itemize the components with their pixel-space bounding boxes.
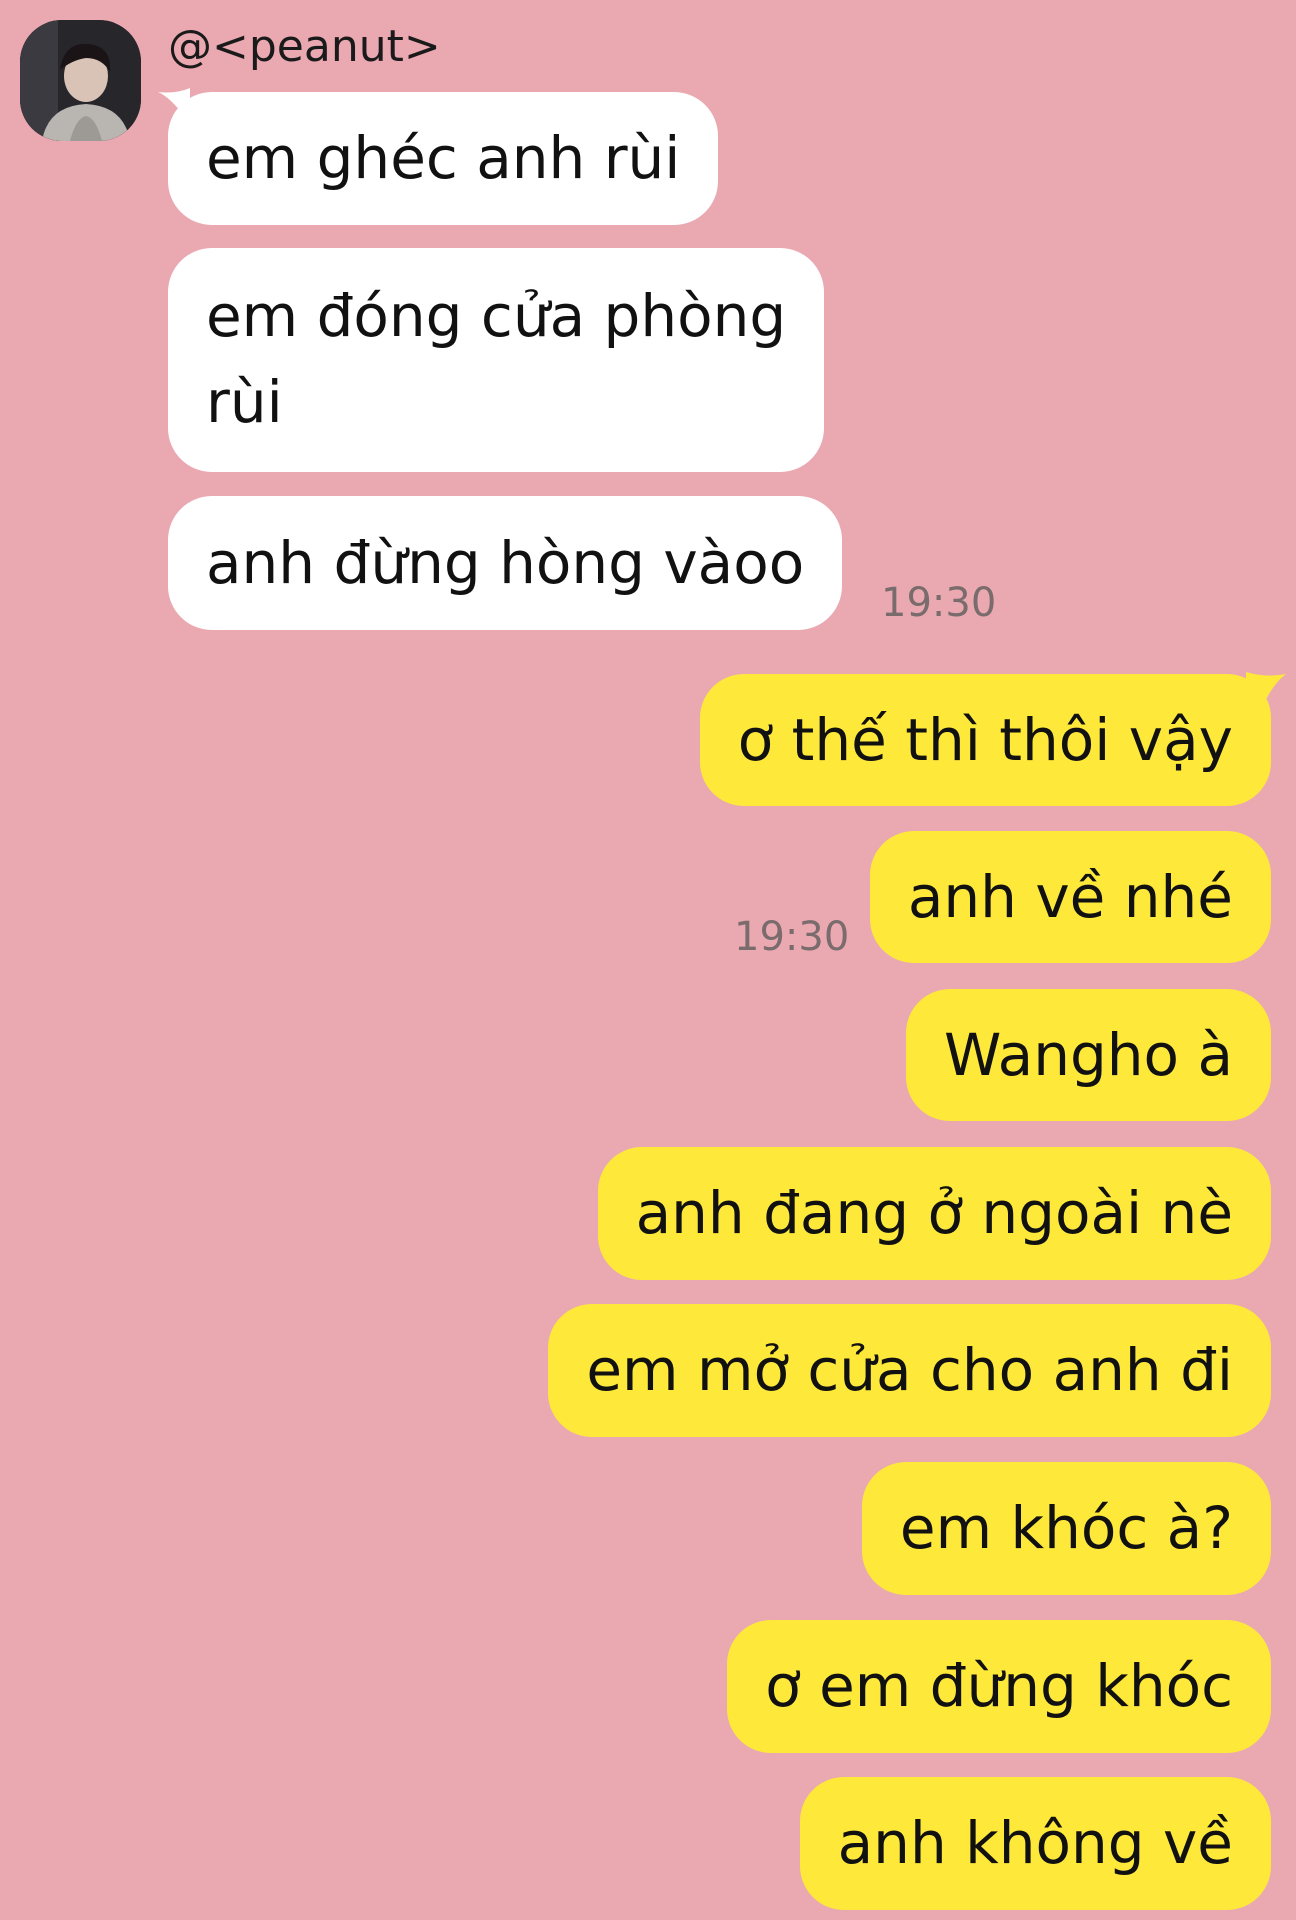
outgoing-timestamp: 19:30 — [734, 914, 850, 960]
incoming-timestamp: 19:30 — [881, 580, 997, 626]
outgoing-message[interactable]: Wangho à — [906, 989, 1271, 1121]
message-text-line: em đóng cửa phòng — [206, 282, 787, 350]
outgoing-message[interactable]: anh đang ở ngoài nè — [597, 1147, 1271, 1280]
message-text: anh đừng hòng vàoo — [206, 529, 805, 597]
avatar[interactable] — [20, 20, 141, 141]
incoming-message[interactable]: anh đừng hòng vàoo — [168, 496, 843, 630]
outgoing-message[interactable]: em khóc à? — [861, 1462, 1271, 1595]
outgoing-message[interactable]: anh về nhé — [869, 831, 1271, 963]
incoming-message[interactable]: em đóng cửa phòng rùi — [168, 248, 825, 472]
outgoing-message[interactable]: anh không về — [799, 1777, 1271, 1910]
message-text: Wangho à — [944, 1021, 1233, 1089]
avatar-photo-icon — [20, 20, 141, 141]
outgoing-message[interactable]: ơ thế thì thôi vậy — [699, 674, 1271, 806]
incoming-message[interactable]: em ghéc anh rùi — [168, 92, 719, 225]
message-text: anh về nhé — [907, 863, 1233, 931]
contact-name: @<peanut> — [168, 21, 441, 72]
message-text: em mở cửa cho anh đi — [586, 1336, 1233, 1404]
message-text: ơ em đừng khóc — [765, 1652, 1233, 1720]
message-text: em ghéc anh rùi — [206, 124, 681, 192]
message-text-line: rùi — [206, 368, 283, 436]
outgoing-message[interactable]: em mở cửa cho anh đi — [548, 1304, 1271, 1437]
message-text: anh đang ở ngoài nè — [635, 1179, 1233, 1247]
message-text: ơ thế thì thôi vậy — [737, 706, 1233, 774]
message-text: em khóc à? — [899, 1494, 1233, 1562]
message-text: anh không về — [837, 1809, 1233, 1877]
outgoing-message[interactable]: ơ em đừng khóc — [727, 1620, 1271, 1753]
